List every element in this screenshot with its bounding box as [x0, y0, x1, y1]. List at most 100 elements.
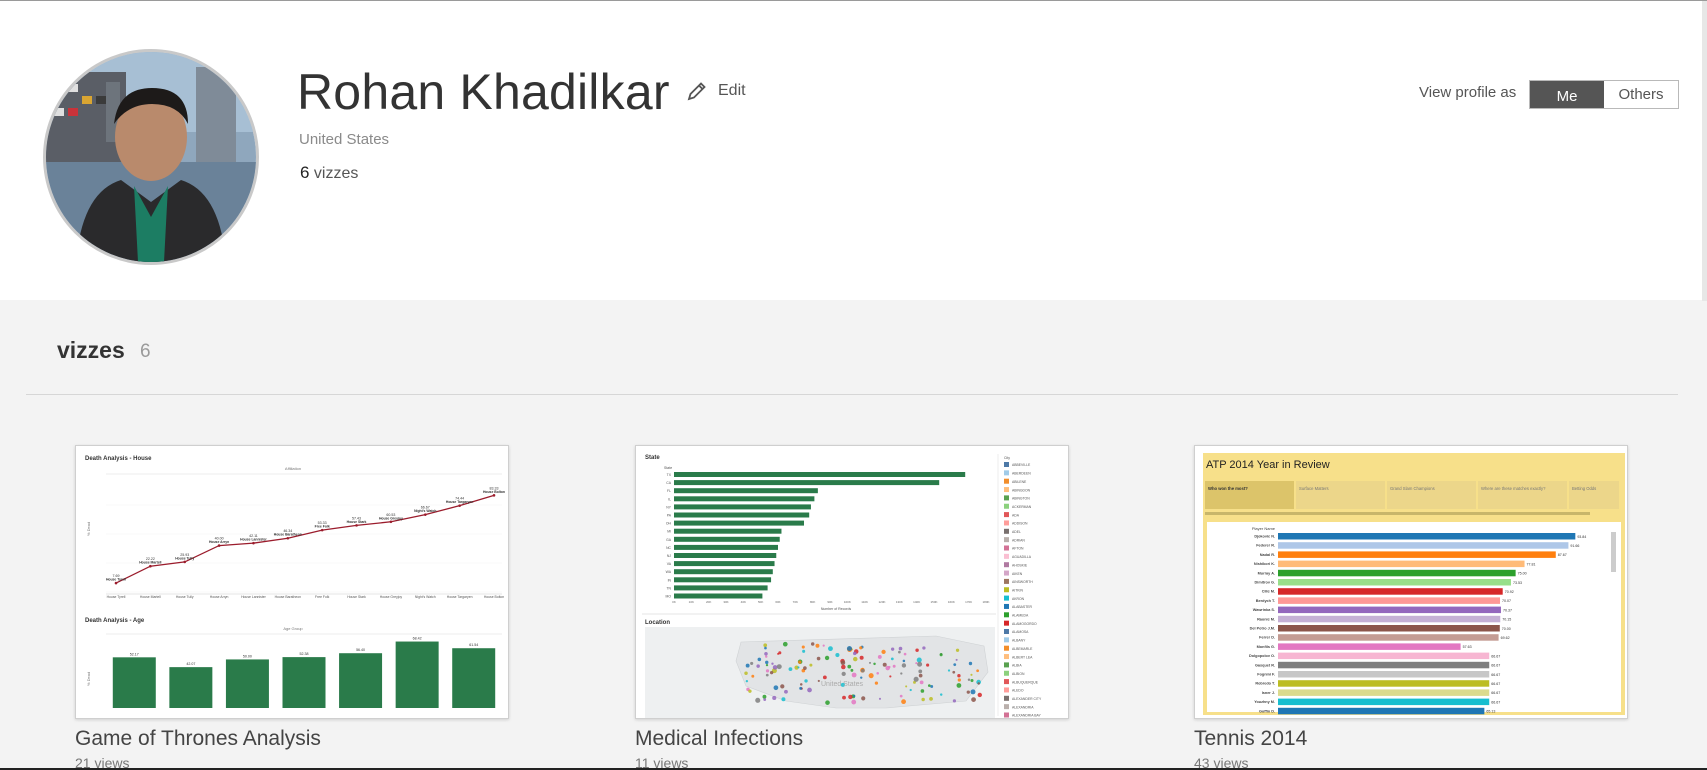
med-map-dot [977, 692, 982, 698]
view-as-others-button[interactable]: Others [1604, 81, 1678, 108]
med-legend-swatch [1004, 553, 1009, 559]
tennis-bar-value-label: 69.62 [1501, 636, 1510, 640]
med-x-tick-label: 100K [844, 600, 851, 604]
scrollbar[interactable] [1702, 1, 1707, 301]
med-map-dot [970, 673, 973, 676]
tennis-thumbnail: ATP 2014 Year in Review Who won the most… [1195, 446, 1627, 718]
med-x-tick-label: 70K [793, 600, 798, 604]
med-state-label: NJ [667, 554, 671, 558]
got-line-point-label: Night's Watch [414, 509, 436, 513]
med-map-dot [776, 664, 782, 670]
med-map-dot [890, 647, 895, 651]
tennis-bar-value-label: 87.67 [1558, 553, 1567, 557]
med-legend-swatch [1004, 629, 1009, 634]
med-legend-swatch [1004, 562, 1009, 568]
med-map-dot [947, 669, 951, 672]
med-x-tick-label: 140K [913, 600, 920, 604]
viz-title-tennis[interactable]: Tennis 2014 [1194, 727, 1307, 751]
med-map-dot [756, 664, 760, 668]
med-legend-label: ALEXANDRIA BAY [1012, 714, 1042, 718]
med-legend-label: AITKIN [1012, 588, 1023, 592]
tennis-bar [1278, 652, 1490, 660]
tennis-bar [1278, 579, 1511, 586]
got-bar-value-label: 42.07 [186, 662, 195, 666]
viz-card-medical[interactable]: State State TX CA FL IL NY PA OH MI GA NC NJ VA WA IN… [635, 445, 1069, 719]
got-bar [112, 657, 156, 708]
med-map-dot [921, 697, 925, 702]
med-legend-label: ALBERT LEA [1012, 655, 1033, 659]
med-map-dot [771, 662, 774, 665]
med-map-dot [840, 660, 846, 666]
tennis-player-label: Fognini F. [1257, 673, 1275, 677]
med-legend-swatch [1004, 603, 1009, 609]
med-map-dot [799, 686, 803, 690]
med-legend-swatch [1004, 670, 1009, 676]
tennis-bar [1278, 560, 1525, 568]
tennis-tab-label: Who won the most? [1208, 486, 1248, 491]
med-legend-label: ACKERMAN [1012, 505, 1032, 509]
tennis-bar [1278, 643, 1461, 650]
med-map-dot [899, 694, 903, 698]
med-map-dot [902, 659, 906, 663]
tennis-banner: ATP 2014 Year in Review [1206, 459, 1330, 471]
med-map-dot [788, 667, 793, 672]
tennis-bar-value-label: 93.84 [1577, 535, 1586, 539]
got-bar-value-label: 56.40 [356, 648, 365, 652]
med-legend-swatch [1004, 478, 1009, 484]
med-legend-label: ABBEVILLE [1012, 463, 1031, 467]
med-map-dot [874, 681, 879, 685]
med-state-label: MI [667, 530, 671, 534]
tennis-bar [1278, 671, 1490, 678]
med-map-dot [926, 663, 930, 667]
med-map-dot [802, 649, 806, 653]
med-legend-swatch [1004, 654, 1009, 660]
viz-title-medical[interactable]: Medical Infections [635, 727, 803, 751]
med-map-dot [976, 669, 979, 673]
med-x-tick-label: 60K [775, 600, 780, 604]
med-map-dot [957, 674, 961, 678]
got-top-ylabel: % Dead [86, 522, 91, 536]
med-legend-swatch [1004, 578, 1009, 584]
med-map-dot [860, 668, 865, 673]
tennis-bar-value-label: 70.92 [1505, 590, 1514, 594]
med-legend-swatch [1004, 712, 1009, 718]
tennis-player-label: Federer R. [1256, 544, 1275, 548]
med-state-label: GA [666, 538, 672, 542]
got-thumbnail: Death Analysis - House Affiliation % Dea… [76, 446, 508, 718]
viz-title-got[interactable]: Game of Thrones Analysis [75, 727, 321, 751]
tennis-player-label: Dolgopolov O. [1249, 654, 1275, 658]
med-map-dot [763, 698, 767, 701]
med-map-dot [955, 648, 960, 652]
med-map-dot [919, 680, 924, 685]
med-state-label: IN [668, 578, 672, 582]
med-map-dot [967, 678, 971, 681]
tennis-player-label: Del Potro J.M. [1250, 627, 1275, 631]
viz-card-tennis[interactable]: ATP 2014 Year in Review Who won the most… [1194, 445, 1628, 719]
med-map-dot [828, 646, 833, 652]
med-state-bar [674, 569, 773, 575]
med-legend-swatch [1004, 495, 1009, 501]
med-x-tick-label: 120K [878, 600, 885, 604]
med-map-dot [848, 694, 853, 700]
tennis-bar [1278, 689, 1490, 696]
viz-card-got[interactable]: Death Analysis - House Affiliation % Dea… [75, 445, 509, 719]
med-state-label: IL [668, 497, 671, 501]
edit-profile-button[interactable]: Edit [686, 80, 746, 102]
med-map-dot [881, 649, 886, 655]
got-line-point [389, 520, 393, 524]
got-bar [169, 667, 213, 708]
med-map-dot [842, 695, 846, 700]
med-map-dot [797, 666, 800, 669]
got-x-tick-label: House Tully [176, 595, 194, 599]
view-as-me-button[interactable]: Me [1530, 81, 1604, 108]
med-legend-label: ADDISON [1012, 522, 1028, 526]
med-x-tick-label: 10K [689, 600, 694, 604]
med-map-dot [824, 655, 830, 661]
got-line-point [217, 544, 221, 547]
got-line-point-label: House Baratheon [274, 533, 302, 537]
med-legend-swatch [1004, 695, 1009, 701]
tennis-player-label: Cilic M. [1262, 590, 1275, 594]
tennis-tab-label: Betting Odds [1572, 486, 1596, 491]
med-map-dot [852, 651, 857, 656]
med-state-bar [674, 480, 940, 486]
